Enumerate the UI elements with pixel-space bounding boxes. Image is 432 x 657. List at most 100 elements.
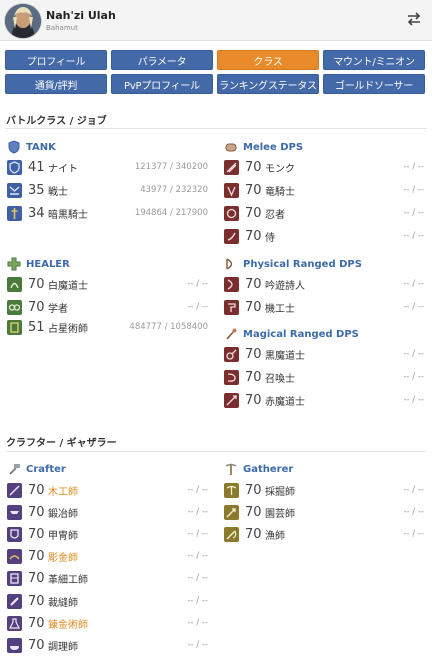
tab-profile[interactable]: プロフィール (5, 50, 107, 70)
job-name: 吟遊詩人 (265, 280, 305, 292)
job-name: 赤魔道士 (265, 396, 305, 408)
carpenter-icon (7, 482, 22, 498)
job-row[interactable]: 70 甲冑師 (7, 524, 78, 544)
job-level: 70 (245, 392, 262, 408)
job-name: モンク (265, 163, 295, 175)
job-exp: -- / -- (403, 231, 424, 241)
job-exp: -- / -- (403, 507, 424, 517)
job-row[interactable]: 70 学者 (7, 297, 68, 317)
job-level: 51 (28, 319, 45, 335)
weaver-icon (7, 593, 22, 609)
job-name: 忍者 (265, 209, 285, 221)
job-level: 70 (245, 276, 262, 292)
astrologian-icon (7, 319, 22, 335)
job-row[interactable]: 70 彫金師 (7, 546, 78, 566)
machinist-icon (224, 299, 239, 315)
tab-ranking-status[interactable]: ランキングステータス (217, 74, 319, 94)
job-name: 学者 (48, 303, 68, 315)
job-level: 70 (245, 369, 262, 385)
job-exp: 43977 / 232320 (140, 185, 208, 195)
job-row[interactable]: 41 ナイト (7, 157, 78, 177)
job-name: 革細工師 (48, 574, 88, 586)
job-exp: -- / -- (403, 185, 424, 195)
avatar[interactable] (4, 3, 42, 39)
job-exp: 121377 / 340200 (134, 162, 208, 172)
job-row[interactable]: 51 占星術師 (7, 317, 88, 337)
job-name: 彫金師 (48, 552, 78, 564)
group-healer-heading: HEALER (7, 256, 70, 272)
job-level: 70 (28, 593, 45, 609)
job-level: 34 (28, 205, 45, 221)
job-name: 侍 (265, 232, 275, 244)
monk-icon (224, 159, 239, 175)
job-exp: -- / -- (403, 162, 424, 172)
warrior-icon (7, 182, 22, 198)
fisher-icon (224, 526, 239, 542)
job-level: 70 (245, 182, 262, 198)
job-row[interactable]: 70 黒魔道士 (224, 344, 305, 364)
job-level: 70 (28, 637, 45, 653)
cross-icon (7, 257, 21, 271)
job-exp: -- / -- (187, 618, 208, 628)
job-exp: -- / -- (187, 302, 208, 312)
job-exp: 194864 / 217900 (134, 208, 208, 218)
tab-pvp-profile[interactable]: PvPプロフィール (111, 74, 213, 94)
job-row[interactable]: 34 暗黒騎士 (7, 203, 88, 223)
miner-icon (224, 482, 239, 498)
job-row[interactable]: 70 裁縫師 (7, 591, 78, 611)
samurai-icon (224, 228, 239, 244)
job-name: 木工師 (48, 486, 78, 498)
section-divider (5, 128, 427, 129)
job-row[interactable]: 70 白魔道士 (7, 274, 88, 294)
scholar-icon (7, 299, 22, 315)
red-mage-icon (224, 392, 239, 408)
job-row[interactable]: 70 侍 (224, 226, 275, 246)
job-row[interactable]: 70 竜騎士 (224, 180, 295, 200)
job-level: 70 (245, 159, 262, 175)
tab-mount-minion[interactable]: マウント/ミニオン (323, 50, 425, 70)
job-row[interactable]: 70 忍者 (224, 203, 285, 223)
job-row[interactable]: 70 採掘師 (224, 480, 295, 500)
job-level: 70 (245, 205, 262, 221)
tab-currency[interactable]: 通貨/評判 (5, 74, 107, 94)
tab-class[interactable]: クラス (217, 50, 319, 70)
job-row[interactable]: 70 錬金術師 (7, 613, 88, 633)
job-level: 70 (245, 504, 262, 520)
job-exp: -- / -- (187, 485, 208, 495)
job-level: 70 (245, 228, 262, 244)
job-row[interactable]: 70 召喚士 (224, 367, 295, 387)
tab-gold-saucer[interactable]: ゴールドソーサー (323, 74, 425, 94)
job-row[interactable]: 70 木工師 (7, 480, 78, 500)
job-level: 70 (245, 299, 262, 315)
job-name: 甲冑師 (48, 530, 78, 542)
tab-parameters[interactable]: パラメータ (111, 50, 213, 70)
job-row[interactable]: 70 鍛冶師 (7, 502, 78, 522)
group-gatherer-heading: Gatherer (224, 461, 293, 477)
job-row[interactable]: 70 赤魔道士 (224, 390, 305, 410)
job-row[interactable]: 35 戦士 (7, 180, 68, 200)
swap-arrows-icon[interactable] (406, 11, 422, 27)
job-level: 70 (28, 548, 45, 564)
job-name: 占星術師 (48, 323, 88, 335)
job-name: 採掘師 (265, 486, 295, 498)
group-magical-ranged-heading: Magical Ranged DPS (224, 326, 359, 342)
job-exp: -- / -- (187, 529, 208, 539)
leatherworker-icon (7, 570, 22, 586)
job-level: 70 (28, 570, 45, 586)
job-exp: -- / -- (403, 208, 424, 218)
dragoon-icon (224, 182, 239, 198)
job-row[interactable]: 70 園芸師 (224, 502, 295, 522)
job-level: 70 (28, 526, 45, 542)
job-row[interactable]: 70 調理師 (7, 635, 78, 655)
job-exp: -- / -- (187, 279, 208, 289)
job-level: 70 (245, 482, 262, 498)
job-row[interactable]: 70 漁師 (224, 524, 285, 544)
job-row[interactable]: 70 革細工師 (7, 568, 88, 588)
blacksmith-icon (7, 504, 22, 520)
job-name: 裁縫師 (48, 597, 78, 609)
job-exp: -- / -- (403, 395, 424, 405)
job-row[interactable]: 70 機工士 (224, 297, 295, 317)
paladin-icon (7, 159, 22, 175)
job-row[interactable]: 70 吟遊詩人 (224, 274, 305, 294)
job-row[interactable]: 70 モンク (224, 157, 295, 177)
